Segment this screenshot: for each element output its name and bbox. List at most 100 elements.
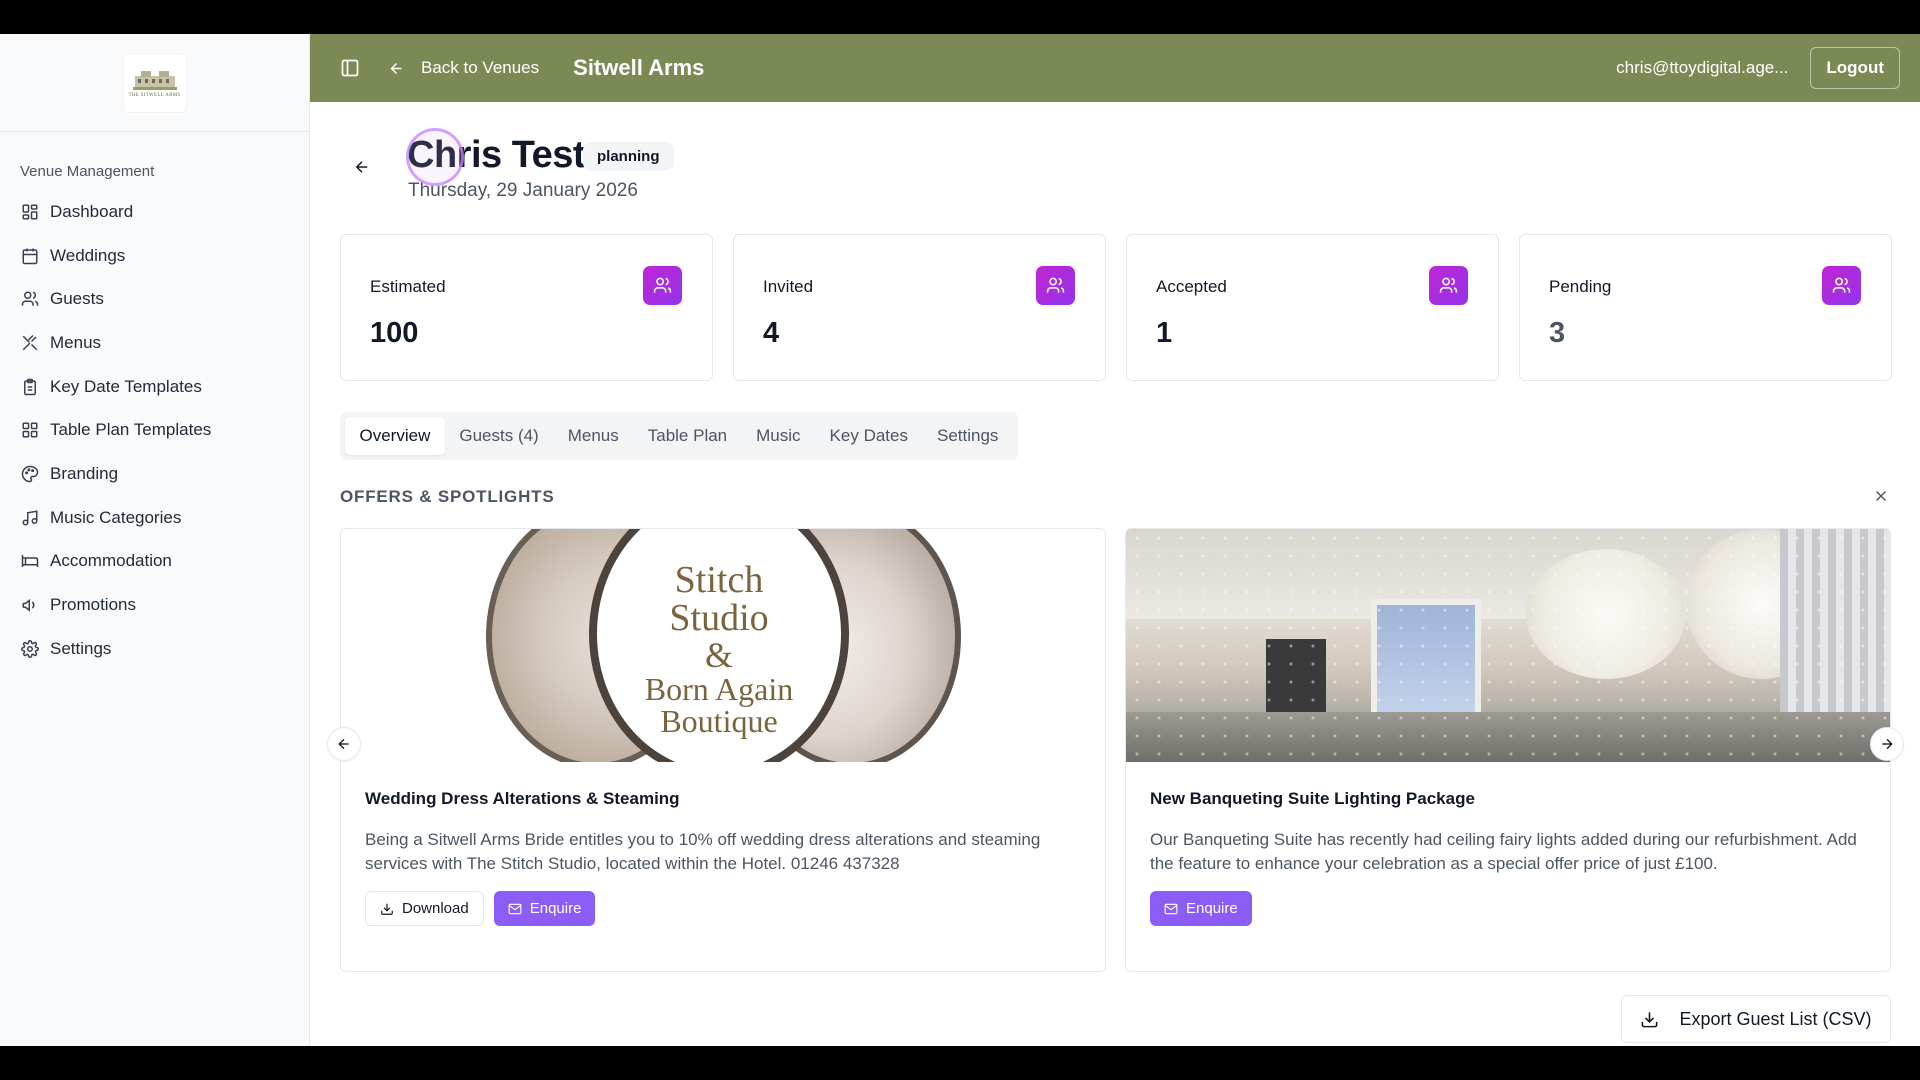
logout-button[interactable]: Logout <box>1810 47 1900 89</box>
tab-table-plan[interactable]: Table Plan <box>633 417 741 455</box>
offer-card: Stitch Studio & Born Again Boutique Wedd… <box>340 528 1106 972</box>
sidebar-toggle-button[interactable] <box>338 56 362 80</box>
users-icon <box>1429 266 1468 305</box>
gear-icon <box>20 639 40 659</box>
sidebar-item-label: Branding <box>50 463 119 483</box>
sidebar-item-promotions[interactable]: Promotions <box>0 583 309 627</box>
stat-value: 1 <box>1156 317 1173 349</box>
stat-card-invited: Invited 4 <box>733 234 1106 381</box>
stat-label: Pending <box>1549 277 1612 296</box>
sidebar-item-label: Weddings <box>50 245 126 265</box>
offer-actions: Download Enquire <box>365 891 596 926</box>
users-icon <box>1036 266 1075 305</box>
sidebar-item-accommodation[interactable]: Accommodation <box>0 540 309 584</box>
sidebar-item-dashboard[interactable]: Dashboard <box>0 190 309 234</box>
stat-card-accepted: Accepted 1 <box>1126 234 1499 381</box>
brand-text: Studio <box>669 597 769 639</box>
wedding-tabs: Overview Guests (4) Menus Table Plan Mus… <box>340 412 1018 460</box>
music-icon <box>20 508 40 528</box>
carousel-next-button[interactable] <box>1870 727 1904 761</box>
back-to-venues-link[interactable]: Back to Venues <box>388 58 539 78</box>
arrow-left-icon <box>355 161 368 173</box>
arrow-left-icon <box>338 738 349 750</box>
stat-label: Estimated <box>370 277 446 296</box>
offer-title: New Banqueting Suite Lighting Package <box>1150 789 1475 808</box>
offer-image <box>1126 529 1890 762</box>
grid-icon <box>20 420 40 440</box>
tab-guests[interactable]: Guests (4) <box>445 417 553 455</box>
utensils-icon <box>20 333 40 353</box>
dashboard-icon <box>20 202 40 222</box>
venue-logo[interactable]: THE SITWELL ARMS <box>123 53 186 112</box>
close-icon <box>1875 490 1887 502</box>
offer-image: Stitch Studio & Born Again Boutique <box>341 529 1105 762</box>
users-icon <box>1822 266 1861 305</box>
tab-key-dates[interactable]: Key Dates <box>815 417 922 455</box>
brand-text: Boutique <box>660 703 778 739</box>
sidebar-item-menus[interactable]: Menus <box>0 321 309 365</box>
sidebar-item-label: Settings <box>50 638 112 658</box>
nav-section-label: Venue Management <box>20 163 155 180</box>
sidebar-item-music-categories[interactable]: Music Categories <box>0 496 309 540</box>
offer-actions: Enquire <box>1150 891 1252 926</box>
download-icon <box>1642 1011 1658 1027</box>
download-button[interactable]: Download <box>365 891 484 926</box>
sidebar-item-label: Menus <box>50 332 102 352</box>
sidebar-item-guests[interactable]: Guests <box>0 277 309 321</box>
tab-settings[interactable]: Settings <box>922 417 1012 455</box>
back-to-venues-label: Back to Venues <box>421 58 540 77</box>
download-icon <box>381 903 393 915</box>
users-icon <box>20 289 40 309</box>
sidebar-item-settings[interactable]: Settings <box>0 627 309 671</box>
stitch-studio-logo: Stitch Studio & Born Again Boutique <box>589 529 849 762</box>
palette-icon <box>20 464 40 484</box>
brand-text: Stitch <box>674 559 764 601</box>
stat-label: Accepted <box>1156 277 1227 296</box>
mail-icon <box>508 903 522 914</box>
sidebar-item-weddings[interactable]: Weddings <box>0 234 309 278</box>
tab-overview[interactable]: Overview <box>345 417 445 455</box>
sidebar-item-label: Promotions <box>50 595 136 615</box>
brand-text: & <box>704 635 733 675</box>
enquire-button[interactable]: Enquire <box>1150 891 1252 926</box>
sidebar-item-label: Accommodation <box>50 551 172 571</box>
sidebar-item-table-plan-templates[interactable]: Table Plan Templates <box>0 408 309 452</box>
top-bar: Back to Venues Sitwell Arms chris@ttoydi… <box>310 34 1920 102</box>
brand-text: Born Again <box>644 671 794 707</box>
tab-music[interactable]: Music <box>742 417 815 455</box>
building-icon <box>132 68 177 90</box>
enquire-button[interactable]: Enquire <box>493 891 596 926</box>
sidebar-item-label: Dashboard <box>50 201 134 221</box>
stat-card-estimated: Estimated 100 <box>340 234 713 381</box>
stats-row: Estimated 100 Invited 4 Accepted 1 Pendi… <box>340 234 1920 381</box>
sidebar-item-key-date-templates[interactable]: Key Date Templates <box>0 365 309 409</box>
user-email: chris@ttoydigital.age... <box>1616 58 1789 77</box>
back-button[interactable] <box>353 158 373 178</box>
sidebar: THE SITWELL ARMS Venue Management Dashbo… <box>0 34 310 1046</box>
cursor-highlight <box>406 128 464 186</box>
users-icon <box>643 266 682 305</box>
close-offers-button[interactable] <box>1872 487 1892 507</box>
sidebar-item-label: Guests <box>50 289 104 309</box>
stat-value: 100 <box>370 317 419 349</box>
stat-value: 3 <box>1549 317 1566 349</box>
megaphone-icon <box>20 595 40 615</box>
offer-card: New Banqueting Suite Lighting Package Ou… <box>1125 528 1891 972</box>
main-content: Chris Test planning Thursday, 29 January… <box>310 102 1920 1046</box>
tab-menus[interactable]: Menus <box>553 417 633 455</box>
logo-text: THE SITWELL ARMS <box>128 92 181 98</box>
venue-title: Sitwell Arms <box>573 55 705 80</box>
arrow-right-icon <box>1882 738 1893 750</box>
logo-area: THE SITWELL ARMS <box>0 34 309 132</box>
offer-description: Being a Sitwell Arms Bride entitles you … <box>365 830 1041 873</box>
offer-title: Wedding Dress Alterations & Steaming <box>365 789 680 808</box>
sidebar-item-label: Key Date Templates <box>50 376 202 396</box>
offers-section-title: OFFERS & SPOTLIGHTS <box>340 487 555 506</box>
export-guest-list-button[interactable]: Export Guest List (CSV) <box>1621 995 1891 1043</box>
calendar-icon <box>20 246 40 266</box>
export-label: Export Guest List (CSV) <box>1679 1008 1872 1029</box>
carousel-prev-button[interactable] <box>327 727 361 761</box>
status-badge: planning <box>583 142 674 171</box>
sidebar-item-branding[interactable]: Branding <box>0 452 309 496</box>
enquire-label: Enquire <box>1186 900 1238 917</box>
